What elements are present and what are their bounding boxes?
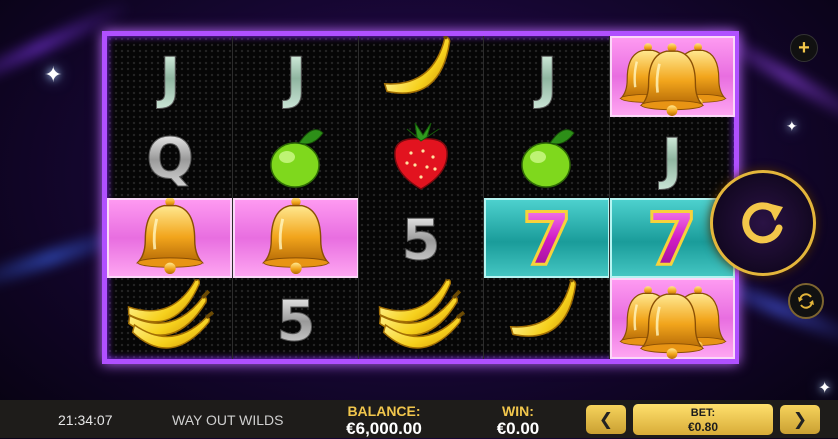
reel-symbol-banana-bunch [107, 278, 232, 359]
bell-symbol-icon [135, 197, 204, 274]
banana-symbol-icon [384, 36, 451, 95]
reel-symbol-strawberry [359, 117, 484, 198]
chevron-right-icon: ❯ [792, 409, 808, 429]
reel-4: J 7 [483, 36, 610, 359]
spin-arrow-icon [742, 202, 783, 244]
bet-increase-button[interactable]: ❯ [780, 405, 820, 434]
reel-symbol-banana-bunch [359, 278, 484, 359]
bell-symbol-icon [262, 197, 331, 274]
reel-3: 5 [357, 36, 484, 359]
reel-symbol-bell-triple [609, 278, 735, 359]
svg-text:Q: Q [146, 127, 194, 192]
banana-bunch-symbol-icon [379, 278, 466, 349]
svg-text:J: J [282, 46, 307, 111]
reel-symbol-bell [233, 197, 359, 279]
bet-button[interactable]: BET: €0.80 [633, 404, 773, 435]
5-symbol-icon: 5 [402, 207, 442, 273]
J-symbol-icon: J [281, 46, 307, 112]
svg-text:J: J [155, 46, 180, 111]
bell-triple-symbol-icon [619, 43, 727, 117]
chevron-left-icon: ❮ [598, 409, 614, 429]
plus-button[interactable]: + [790, 34, 818, 62]
reel-symbol-seven: 7 [484, 197, 610, 279]
reel-symbol-lime [484, 117, 609, 198]
game-name: WAY OUT WILDS [172, 412, 284, 428]
win-value: €0.00 [496, 419, 540, 438]
plus-icon: + [798, 36, 810, 59]
bet-value: €0.80 [687, 420, 719, 434]
win-display: WIN: €0.00 [487, 403, 549, 439]
spin-button[interactable] [710, 170, 816, 276]
J-symbol-icon: J [532, 46, 558, 112]
sparkle-icon: ✦ [44, 62, 63, 87]
reel-symbol-banana [359, 36, 484, 117]
banana-bunch-symbol-icon [127, 278, 214, 349]
balance-display: BALANCE: €6,000.00 [340, 403, 428, 439]
svg-text:5: 5 [277, 289, 316, 354]
reel-symbol-J: J [484, 36, 609, 117]
reel-grid: J Q J 5 5 J 7 J 7 [102, 31, 739, 364]
reel-symbol-bell-triple [609, 36, 735, 117]
svg-text:7: 7 [647, 198, 697, 278]
sparkle-icon: ✦ [818, 380, 832, 397]
reel-2: J 5 [232, 36, 359, 359]
Q-symbol-icon: Q [145, 127, 194, 193]
reel-symbol-5: 5 [359, 198, 484, 279]
reel-1: J Q [107, 36, 233, 359]
reel-symbol-J: J [610, 117, 735, 198]
clock: 21:34:07 [58, 412, 113, 428]
win-label: WIN: [502, 403, 534, 419]
J-symbol-icon: J [657, 127, 683, 193]
reel-symbol-lime [233, 117, 358, 198]
balance-label: BALANCE: [347, 403, 421, 419]
reel-symbol-banana [484, 278, 609, 359]
reel-symbol-bell [107, 197, 233, 279]
reel-symbol-J: J [107, 36, 232, 117]
svg-text:J: J [532, 46, 557, 111]
bell-triple-symbol-icon [619, 285, 727, 359]
reel-symbol-Q: Q [107, 117, 232, 198]
svg-text:J: J [658, 127, 683, 192]
strawberry-symbol-icon [394, 122, 449, 190]
bet-decrease-button[interactable]: ❮ [586, 405, 626, 434]
svg-text:5: 5 [402, 208, 441, 273]
autoplay-button[interactable] [788, 283, 824, 319]
seven-symbol-icon: 7 [646, 198, 699, 278]
bet-label: BET: [690, 407, 716, 419]
banana-symbol-icon [509, 278, 577, 337]
svg-text:7: 7 [522, 198, 572, 278]
lime-symbol-icon [521, 129, 575, 188]
lime-symbol-icon [270, 129, 324, 188]
seven-symbol-icon: 7 [520, 198, 573, 278]
sparkle-icon: ✦ [786, 118, 798, 134]
reel-symbol-5: 5 [233, 278, 358, 359]
5-symbol-icon: 5 [276, 288, 316, 354]
J-symbol-icon: J [155, 46, 181, 112]
reel-symbol-J: J [233, 36, 358, 117]
balance-value: €6,000.00 [346, 419, 422, 438]
autoplay-icon [798, 293, 814, 309]
